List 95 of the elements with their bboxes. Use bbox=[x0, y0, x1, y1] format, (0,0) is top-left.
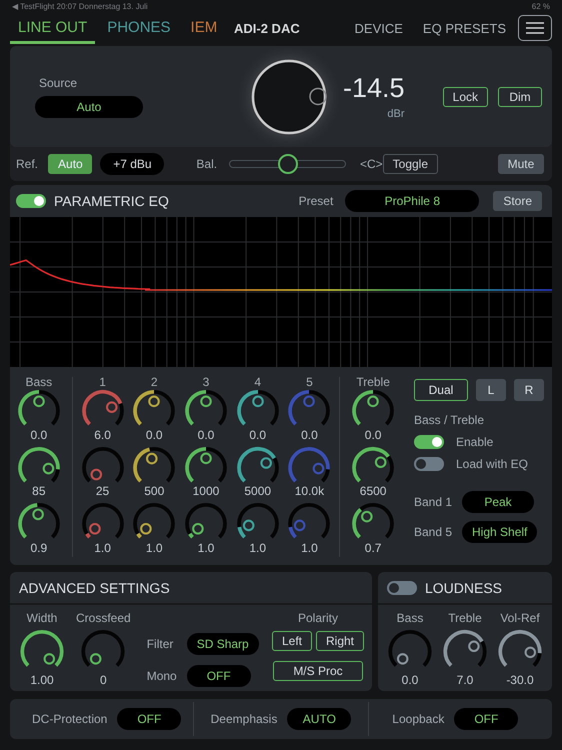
section-title: LOUDNESS bbox=[425, 580, 502, 596]
balance-reading: <C> bbox=[360, 157, 383, 171]
volume-unit: dBr bbox=[387, 108, 405, 120]
switch-label: Enable bbox=[456, 435, 494, 449]
channel-button[interactable]: Dual bbox=[414, 379, 468, 401]
channel-button[interactable]: L bbox=[476, 379, 506, 401]
mono-label: Mono bbox=[146, 669, 177, 683]
knob-value: 6.0 bbox=[94, 428, 111, 444]
column-label: 3 bbox=[202, 375, 210, 389]
knob-value: 0.0 bbox=[198, 428, 214, 444]
balance-label: Bal. bbox=[196, 157, 218, 171]
setting-select[interactable]: AUTO bbox=[287, 708, 352, 730]
column-label: 2 bbox=[150, 375, 158, 389]
polarity-label: Polarity bbox=[298, 611, 338, 625]
volume-value: -14.5 bbox=[343, 73, 405, 104]
ref-level-select[interactable]: +7 dBu bbox=[100, 153, 164, 175]
preset-select[interactable]: ProPhile 8 bbox=[345, 190, 480, 212]
column-label: 1 bbox=[99, 375, 106, 389]
knob-value: 1.0 bbox=[146, 542, 163, 557]
polarity-button[interactable]: Left bbox=[272, 631, 312, 651]
status-text: ◀ TestFlight 20:07 Donnerstag 13. Juli bbox=[12, 2, 148, 10]
knob-value: 10.0k bbox=[294, 485, 324, 500]
preset-label: Preset bbox=[298, 194, 334, 208]
tab[interactable]: IEM bbox=[182, 12, 226, 44]
knob-label: Bass bbox=[396, 611, 424, 625]
knob-value: 25 bbox=[96, 485, 110, 500]
nav-link[interactable]: DEVICE bbox=[354, 20, 403, 36]
menu-button[interactable] bbox=[518, 15, 552, 41]
knob-value: 0.0 bbox=[249, 428, 266, 444]
knob-value: 1.00 bbox=[30, 674, 54, 690]
slider-thumb[interactable] bbox=[278, 154, 298, 174]
app-title: ADI-2 DAC bbox=[233, 20, 301, 36]
polarity-button[interactable]: Right bbox=[316, 631, 364, 651]
ref-label: Ref. bbox=[16, 157, 38, 171]
knob-value: 85 bbox=[32, 485, 46, 500]
section-title: ADVANCED SETTINGS bbox=[19, 580, 170, 596]
setting-label: DC-Protection bbox=[32, 712, 108, 726]
knob-value: 0.0 bbox=[301, 428, 318, 444]
knob-value: 0.7 bbox=[364, 542, 382, 557]
knob-label: Width bbox=[26, 611, 58, 625]
eq-switch[interactable] bbox=[16, 194, 46, 208]
knob-value: -30.0 bbox=[506, 674, 534, 690]
knob-label: Crossfeed bbox=[76, 611, 131, 625]
setting-label: Loopback bbox=[392, 712, 444, 726]
band-type-select[interactable]: High Shelf bbox=[462, 521, 538, 543]
knob-value: 0.0 bbox=[402, 674, 418, 690]
knob-value: 1.0 bbox=[301, 542, 318, 557]
tab[interactable]: PHONES bbox=[99, 12, 179, 44]
setting-select[interactable]: OFF bbox=[117, 708, 182, 730]
knob-value: 0.0 bbox=[364, 428, 382, 444]
mute-button[interactable]: Mute bbox=[498, 154, 544, 174]
toggle-button[interactable]: Toggle bbox=[382, 154, 438, 174]
knob-value: 1000 bbox=[192, 485, 220, 500]
knob-value: 7.0 bbox=[456, 674, 474, 690]
loudness-switch[interactable] bbox=[387, 580, 417, 594]
switch-label: Load with EQ bbox=[456, 457, 528, 471]
setting-label: Deemphasis bbox=[210, 712, 278, 726]
balance-slider[interactable] bbox=[229, 154, 346, 174]
battery-text: 62 % bbox=[532, 2, 550, 10]
switch[interactable] bbox=[414, 435, 444, 449]
knob-label: Vol-Ref bbox=[500, 611, 540, 625]
knob-value: 6500 bbox=[360, 485, 386, 500]
knob-value: 0 bbox=[100, 674, 107, 690]
section-title: PARAMETRIC EQ bbox=[54, 193, 169, 209]
channel-button[interactable]: R bbox=[514, 379, 544, 401]
band-label: Band 5 bbox=[414, 525, 452, 539]
column-label: 4 bbox=[254, 375, 262, 389]
knob-value: 500 bbox=[144, 485, 164, 500]
knob-value: 5000 bbox=[244, 485, 272, 500]
mono-select[interactable]: OFF bbox=[186, 665, 251, 687]
knob-value: 0.0 bbox=[146, 428, 163, 444]
toggle-button[interactable]: Dim bbox=[498, 86, 542, 106]
column-label: Bass bbox=[26, 375, 52, 389]
nav-link[interactable]: EQ PRESETS bbox=[422, 20, 506, 36]
knob-value: 1.0 bbox=[94, 542, 111, 557]
band-type-select[interactable]: Peak bbox=[462, 491, 534, 513]
knob-value: 1.0 bbox=[249, 542, 266, 557]
bass-treble-label: Bass / Treble bbox=[414, 413, 485, 427]
filter-label: Filter bbox=[146, 637, 174, 651]
source-select[interactable]: Auto bbox=[35, 96, 143, 118]
knob-value: 1.0 bbox=[198, 542, 214, 557]
switch[interactable] bbox=[414, 457, 444, 471]
store-button[interactable]: Store bbox=[493, 191, 542, 211]
band-label: Band 1 bbox=[414, 495, 452, 509]
column-label: Treble bbox=[356, 375, 390, 389]
source-label: Source bbox=[39, 76, 78, 90]
ms-proc-button[interactable]: M/S Proc bbox=[272, 661, 363, 681]
setting-select[interactable]: OFF bbox=[454, 708, 518, 730]
filter-select[interactable]: SD Sharp bbox=[186, 633, 259, 655]
knob-label: Treble bbox=[448, 611, 482, 625]
knob-value: 0.9 bbox=[30, 542, 48, 557]
menu-icon bbox=[525, 21, 545, 35]
toggle-button[interactable]: Lock bbox=[442, 86, 488, 106]
knob-value: 0.0 bbox=[30, 428, 48, 444]
column-label: 5 bbox=[306, 375, 313, 389]
